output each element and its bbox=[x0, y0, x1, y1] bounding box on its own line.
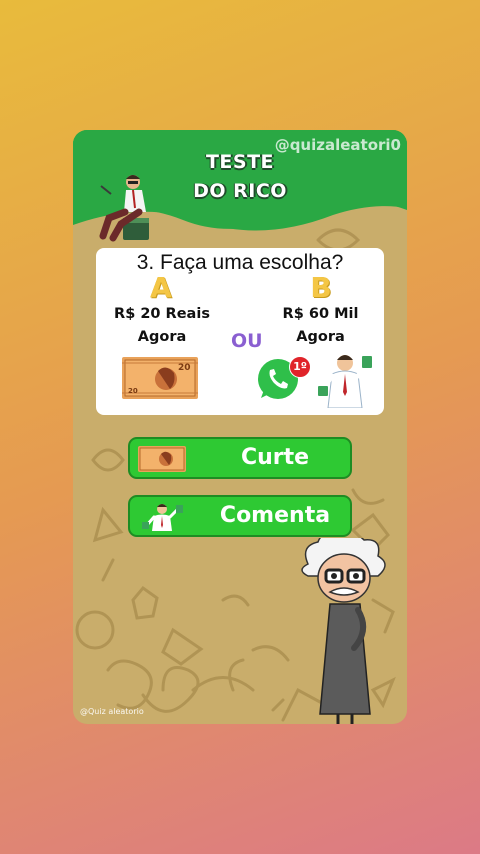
option-b-line2: Agora bbox=[296, 329, 345, 345]
businessman-icon bbox=[142, 504, 183, 531]
option-a-text[interactable]: R$ 20 Reais Agora bbox=[104, 303, 220, 349]
option-b-letter: B bbox=[310, 271, 332, 304]
quiz-card: TESTE DO RICO @quizaleatori0 3. Faça uma… bbox=[73, 130, 407, 724]
channel-handle: @quizaleatori0 bbox=[274, 136, 401, 154]
businessman-with-money-icon bbox=[318, 355, 372, 408]
option-b-text[interactable]: R$ 60 Mil Agora bbox=[268, 303, 373, 349]
notification-badge: 1º bbox=[289, 356, 311, 378]
option-b-line1: R$ 60 Mil bbox=[282, 306, 359, 322]
like-button-label: Curte bbox=[240, 445, 310, 470]
like-button[interactable]: Curte bbox=[128, 437, 352, 479]
old-man-mascot bbox=[301, 538, 386, 724]
title-line-2: DO RICO bbox=[193, 180, 287, 202]
option-a-line1: R$ 20 Reais bbox=[114, 306, 210, 322]
banknote-value-small: 20 bbox=[128, 387, 138, 395]
banknote-icon: 20 20 bbox=[122, 357, 198, 399]
comment-button-label: Comenta bbox=[219, 503, 331, 528]
comment-button[interactable]: Comenta bbox=[128, 495, 352, 537]
or-separator: OU bbox=[231, 330, 263, 352]
banknote-value: 20 bbox=[178, 363, 191, 373]
question-text: 3. Faça uma escolha? bbox=[136, 251, 344, 274]
question-panel: 3. Faça uma escolha? A B R$ 20 Reais Ago… bbox=[96, 248, 384, 415]
quiz-title: TESTE DO RICO bbox=[73, 148, 407, 206]
option-a-line2: Agora bbox=[137, 329, 187, 345]
watermark-text: @Quiz aleatorio bbox=[80, 707, 144, 716]
banknote-icon bbox=[138, 446, 186, 472]
option-a-letter: A bbox=[150, 271, 172, 304]
